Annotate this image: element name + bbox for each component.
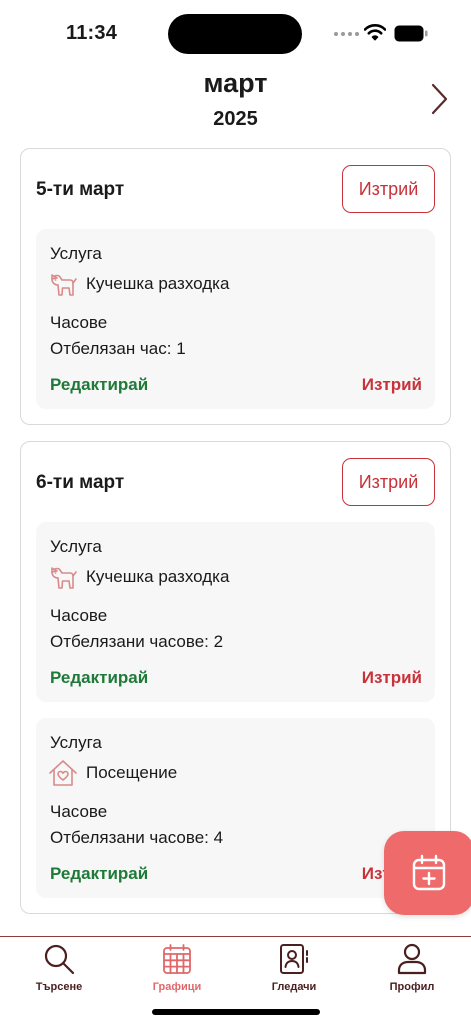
battery-icon <box>394 25 428 42</box>
hours-label: Часове <box>50 313 108 332</box>
tab-label: Гледачи <box>271 981 317 993</box>
edit-entry-link[interactable]: Редактирай <box>50 864 148 884</box>
service-name: Кучешка разходка <box>86 567 230 586</box>
service-label: Услуга <box>50 244 102 263</box>
person-icon <box>397 943 427 975</box>
service-row: Посещение <box>48 756 177 790</box>
delete-entry-link[interactable]: Изтрий <box>362 375 422 395</box>
contacts-book-icon <box>280 944 308 974</box>
next-month-chevron-icon[interactable] <box>428 82 450 116</box>
service-name: Посещение <box>86 763 178 782</box>
service-row: Кучешка разходка <box>48 267 229 301</box>
delete-day-button[interactable]: Изтрий <box>342 458 435 506</box>
dynamic-island <box>168 14 302 54</box>
month-title: март <box>203 68 268 98</box>
year-title: 2025 <box>213 108 258 130</box>
home-indicator <box>152 1009 320 1015</box>
calendar-add-icon <box>412 854 446 891</box>
edit-entry-link[interactable]: Редактирай <box>50 375 148 395</box>
hours-value: Отбелязани часове: 4 <box>50 828 224 847</box>
schedule-entry: Услуга Кучешка разходка Часове Отбелязан… <box>36 229 435 409</box>
schedule-entry: Услуга Кучешка разходка Часове Отбелязан… <box>36 522 435 702</box>
status-bar: 11:34 <box>0 0 471 66</box>
tab-label: Търсене <box>35 981 83 993</box>
delete-day-button[interactable]: Изтрий <box>342 165 435 213</box>
dog-icon <box>51 274 77 296</box>
tab-schedules[interactable]: Графици <box>127 943 227 999</box>
calendar-grid-icon <box>163 944 191 974</box>
tab-profile[interactable]: Профил <box>362 943 462 999</box>
status-time: 11:34 <box>66 22 118 44</box>
search-icon <box>44 944 75 975</box>
edit-entry-link[interactable]: Редактирай <box>50 668 148 688</box>
tab-label: Графици <box>152 981 202 993</box>
cellular-signal-icon <box>334 32 359 36</box>
add-schedule-button[interactable] <box>384 831 471 915</box>
hours-label: Часове <box>50 802 108 821</box>
hours-value: Отбелязани часове: 2 <box>50 632 224 651</box>
hours-label: Часове <box>50 606 108 625</box>
schedule-entry: Услуга Посещение Часове Отбелязани часов… <box>36 718 435 898</box>
delete-entry-link[interactable]: Изтрий <box>362 668 422 688</box>
service-row: Кучешка разходка <box>48 560 229 594</box>
service-name: Кучешка разходка <box>86 274 230 293</box>
day-title: 6-ти март <box>36 472 125 493</box>
tab-sitters[interactable]: Гледачи <box>244 943 344 999</box>
day-card: 5-ти март Изтрий Услуга Кучешка разходка… <box>20 148 451 425</box>
tab-search[interactable]: Търсене <box>9 943 109 999</box>
hours-value: Отбелязан час: 1 <box>50 339 186 358</box>
tab-label: Профил <box>389 981 435 993</box>
wifi-icon <box>364 24 386 41</box>
service-label: Услуга <box>50 537 102 556</box>
house-heart-icon <box>49 760 77 786</box>
day-title: 5-ти март <box>36 179 125 200</box>
service-label: Услуга <box>50 733 102 752</box>
dog-icon <box>51 567 77 589</box>
